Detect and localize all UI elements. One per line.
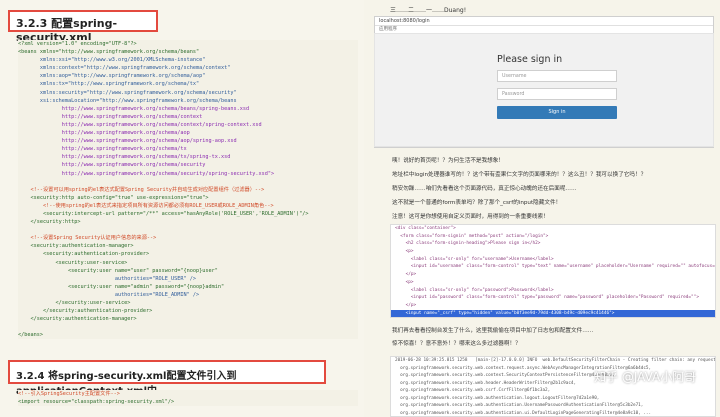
code-line: http://www.springframework.org/schema/tx xyxy=(18,146,187,153)
code-line: </p> xyxy=(395,272,417,278)
code-line: </p> xyxy=(395,302,417,308)
code-line: <!--设置可以用spring的el表达式配置Spring Security并自… xyxy=(18,186,265,193)
code-line: http://www.springframework.org/schema/ao… xyxy=(18,130,190,137)
code-line: http://www.springframework.org/schema/ao… xyxy=(18,138,237,145)
code-line: http://www.springframework.org/schema/co… xyxy=(18,113,203,120)
code-line: <security:authentication-manager> xyxy=(18,243,134,250)
code-line: <security:http auto-config="true" use-ex… xyxy=(18,194,209,201)
code-line: <label class="sr-only" for="username">Us… xyxy=(395,256,554,262)
signin-button[interactable]: Sign in xyxy=(497,106,617,119)
code-line: org.springframework.security.web.csrf.Cs… xyxy=(395,388,551,393)
code-line: <?xml version="1.0" encoding="UTF-8"?> xyxy=(18,41,137,47)
code-line: xmlns:security="http://www.springframewo… xyxy=(18,89,237,96)
console-log: 2019-06-28 10:39:25.815 1258 [main-[2]-1… xyxy=(390,356,716,417)
code-line: authorities="ROLE_USER" /> xyxy=(18,275,197,282)
paragraph: 稍安勿躁……咱们先看看这个页面源代码，真正惊心动魄的还在后面呢…… xyxy=(392,186,577,192)
paragraph: 注意！这可是你想使用自定义页面时，用得到的一条重要线索！ xyxy=(392,214,549,220)
code-line: <button class="btn btn-lg btn-primary bt… xyxy=(391,317,715,318)
paragraph: 咦！说好的首页呢！？为何生活不是我想象！ xyxy=(392,158,504,164)
xml-code-block: <?xml version="1.0" encoding="UTF-8"?> <b… xyxy=(18,40,358,340)
password-input[interactable]: Password xyxy=(497,88,617,100)
code-line: xmlns:context="http://www.springframewor… xyxy=(18,65,231,72)
code-line: org.springframework.security.web.authent… xyxy=(395,410,652,416)
code-line: http://www.springframework.org/schema/be… xyxy=(18,105,250,112)
paragraph: 地址栏中login处理器谁写的！？这个带有歪果仁文字的页面哪来的！？这么丑！？我… xyxy=(392,172,647,178)
paragraph: 这不就是一个普通的form表单吗？除了那个_csrf的input隐藏文件！ xyxy=(392,200,562,206)
code-line: <!--使用spring的el表达式来指定项目所有资源访问都必须有ROLE_US… xyxy=(18,202,274,209)
code-line: <p> xyxy=(395,249,414,255)
code-line: <security:intercept-url pattern="/**" ac… xyxy=(18,210,309,217)
intro-text: 三……二……一……Duang! xyxy=(390,7,467,14)
code-line: http://www.springframework.org/schema/tx… xyxy=(18,154,231,161)
code-line: <form class="form-signin" method="post" … xyxy=(395,233,549,239)
code-line: xsi:schemaLocation="http://www.springfra… xyxy=(18,97,237,104)
section-title-import: 3.2.4 将spring-security.xml配置文件引入到applica… xyxy=(8,360,326,397)
paragraph: 惊不惊喜！？意不意外！？哪来这么多过滤器啊！？ xyxy=(392,341,521,347)
code-line: <!--设置Spring Security认证用户信息的来源--> xyxy=(18,235,157,242)
code-line: xmlns:aop="http://www.springframework.or… xyxy=(18,73,206,80)
code-line: <import resource="classpath:spring-secur… xyxy=(18,399,175,406)
code-line: <security:user-service> xyxy=(18,259,128,266)
code-line: http://www.springframework.org/schema/se… xyxy=(18,170,275,177)
code-line: authorities="ROLE_ADMIN" /> xyxy=(18,291,200,298)
code-line: org.springframework.security.web.authent… xyxy=(395,395,600,401)
right-column: 三……二……一……Duang! localhost:8080/login 应用程… xyxy=(364,0,720,417)
code-line: xmlns:tx="http://www.springframework.org… xyxy=(18,81,200,88)
paragraph: 我们再去看看控制台发生了什么，这里我偷偷在项目中加了日志包和配置文件…… xyxy=(392,328,594,334)
code-line: 2019-06-28 10:39:25.815 1258 [main-[2]-1… xyxy=(395,358,716,363)
code-line: </security:http> xyxy=(18,219,81,226)
bookmarks-bar[interactable]: 应用程序 xyxy=(375,26,713,33)
code-line: <input id="username" class="form-control… xyxy=(395,264,716,270)
code-line: <div class="container"> xyxy=(395,226,456,231)
username-input[interactable]: Username xyxy=(497,70,617,82)
code-line: </beans> xyxy=(18,332,43,339)
signin-title: Please sign in xyxy=(497,54,563,65)
address-bar[interactable]: localhost:8080/login xyxy=(375,17,713,26)
code-line: http://www.springframework.org/schema/se… xyxy=(18,162,206,169)
code-line: org.springframework.security.web.authent… xyxy=(395,403,644,408)
import-code-block: <!--引入SpringSecurity主配置文件--> <import reso… xyxy=(18,390,358,407)
section-title-spring-security: 3.2.3 配置spring-security.xml xyxy=(8,10,158,44)
code-line: <security:authentication-provider> xyxy=(18,251,150,258)
code-line: http://www.springframework.org/schema/co… xyxy=(18,121,262,128)
code-line: <input name="_csrf" type="hidden" value=… xyxy=(391,309,715,317)
watermark: 知乎 @JAVA小阿哥 xyxy=(594,370,697,384)
code-line: </security:authentication-provider> xyxy=(18,308,153,315)
code-line: </security:user-service> xyxy=(18,300,131,306)
code-line: </security:authentication-manager> xyxy=(18,316,137,323)
code-line: <h2 class="form-signin-heading">Please s… xyxy=(395,241,541,247)
code-line: <security:user name="user" password="{no… xyxy=(18,267,218,274)
devtools-source: <div class="container"> <form class="for… xyxy=(390,224,716,318)
code-line: <input id="password" class="form-control… xyxy=(395,295,699,301)
left-column: 3.2.3 配置spring-security.xml <?xml versio… xyxy=(0,0,364,417)
code-line: xmlns:xsi="http://www.w3.org/2001/XMLSch… xyxy=(18,57,206,64)
code-line: <beans xmlns="http://www.springframework… xyxy=(18,49,200,56)
code-line: <security:user name="admin" password="{n… xyxy=(18,283,225,290)
code-line: <p> xyxy=(395,279,414,285)
code-line: <!--引入SpringSecurity主配置文件--> xyxy=(18,391,120,397)
code-line: <label class="sr-only" for="password">Pa… xyxy=(395,287,554,293)
signin-page: Please sign in Username Password Sign in xyxy=(374,33,714,147)
